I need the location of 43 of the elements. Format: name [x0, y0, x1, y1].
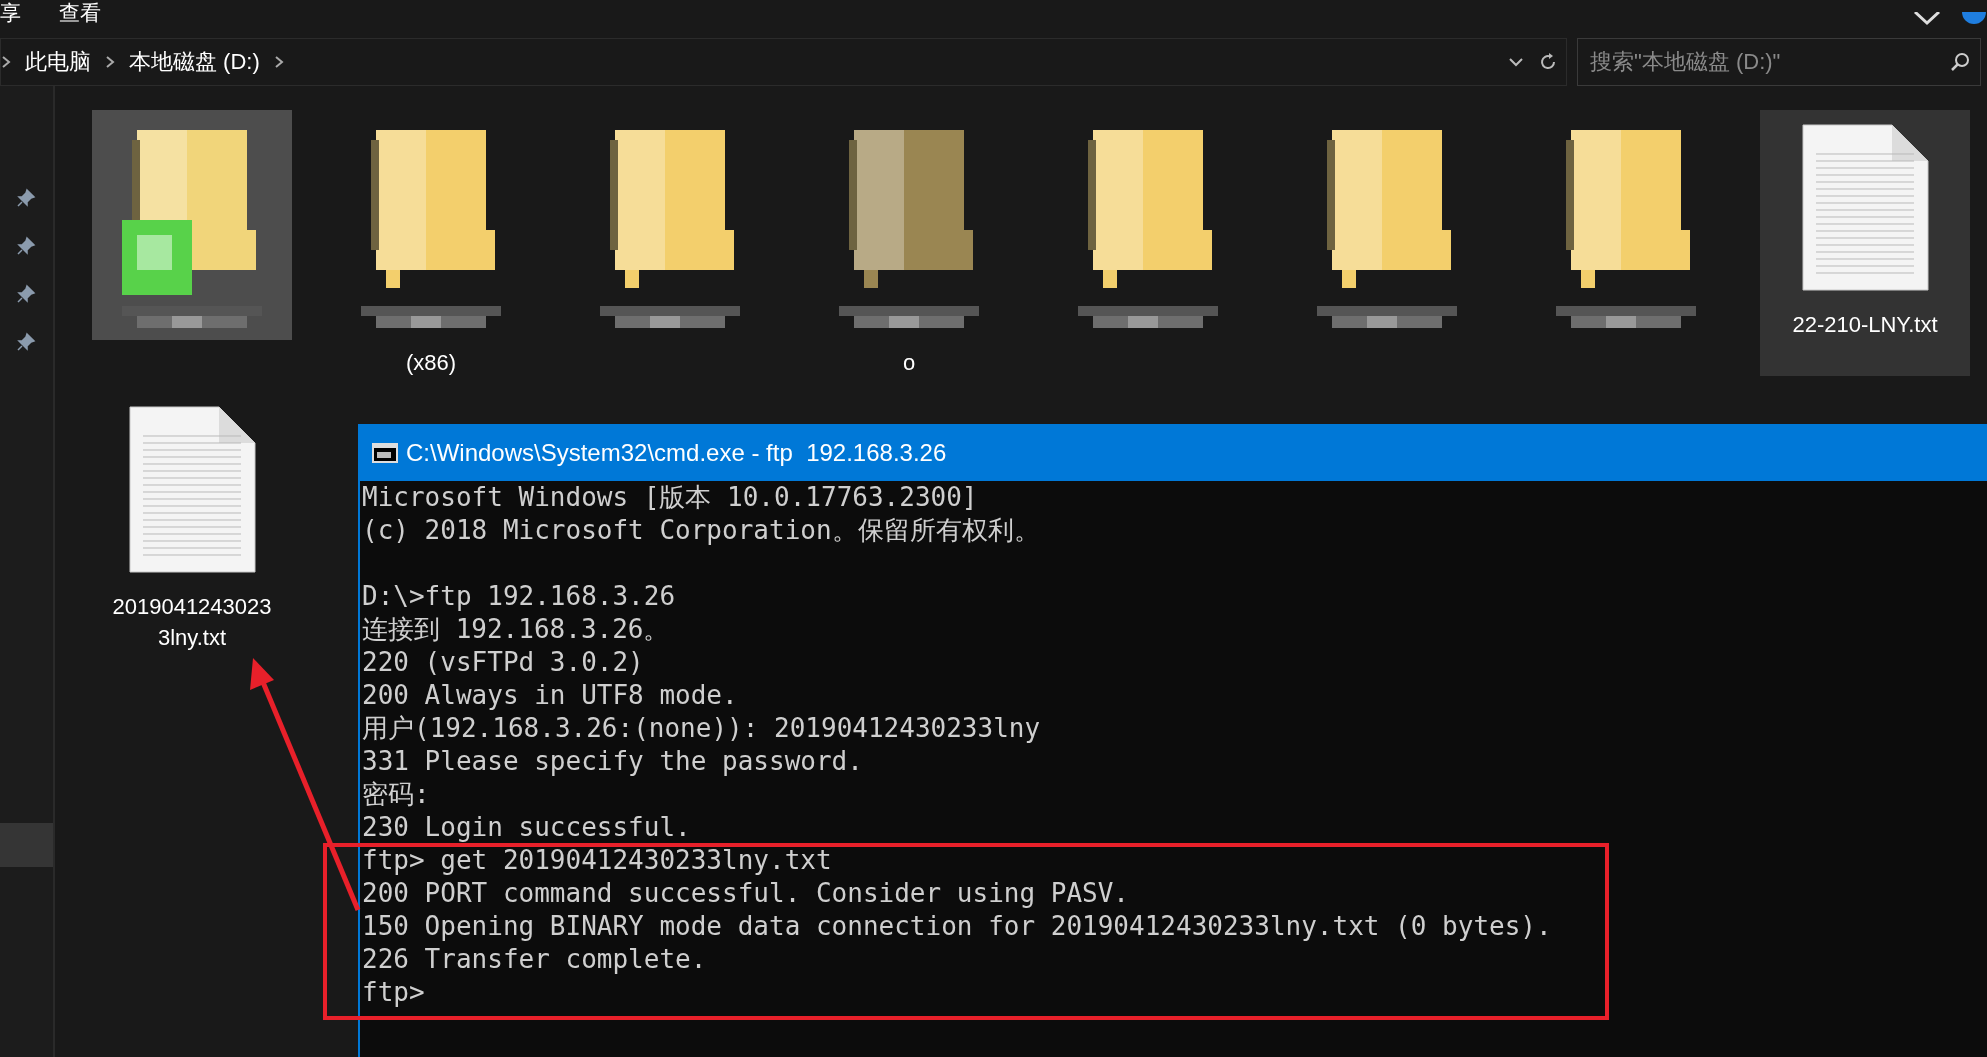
pin-icon[interactable]	[15, 236, 36, 256]
terminal-line: D:\>ftp 192.168.3.26	[362, 580, 677, 613]
terminal-line: (c) 2018 Microsoft Corporation。保留所有权利。	[362, 514, 1041, 547]
refresh-icon[interactable]	[1538, 52, 1558, 72]
pin-icon[interactable]	[15, 332, 36, 352]
file-name: 20190412430233lny.txt	[111, 593, 273, 652]
address-bar[interactable]: 此电脑 本地磁盘 (D:)	[0, 38, 1567, 86]
chevron-right-icon	[273, 55, 284, 69]
terminal-line: 226 Transfer complete.	[362, 943, 708, 976]
file-item[interactable]: 20190412430233lny.txt	[87, 392, 297, 653]
text-file-icon	[1801, 124, 1929, 291]
terminal-line: 用户(192.168.3.26:(none)): 20190412430233lny	[362, 712, 1042, 745]
ribbon-tab[interactable]: 查看	[59, 0, 101, 26]
breadcrumb-item[interactable]: 本地磁盘 (D:)	[129, 47, 260, 77]
search-box[interactable]: 搜索"本地磁盘 (D:)"	[1577, 38, 1981, 86]
pin-icon[interactable]	[15, 188, 36, 208]
search-icon[interactable]	[1950, 52, 1970, 72]
text-file-icon	[128, 406, 256, 573]
terminal-line: 200 Always in UTF8 mode.	[362, 679, 739, 712]
ribbon-tab[interactable]: 享	[0, 0, 21, 26]
terminal-line: Microsoft Windows [版本 10.0.17763.2300]	[362, 481, 979, 514]
terminal-line: 150 Opening BINARY mode data connection for 20190412430233lny.txt (0 bytes).	[362, 910, 1553, 943]
terminal-line: 220 (vsFTPd 3.0.2)	[362, 646, 645, 679]
window-title: C:\Windows\System32\cmd.exe - ftp 192.168.3.26	[406, 438, 947, 467]
chevron-right-icon	[1, 55, 11, 69]
terminal-line: 230 Login successful.	[362, 811, 692, 844]
breadcrumb-item[interactable]: 此电脑	[25, 47, 91, 77]
chevron-right-icon	[105, 55, 115, 69]
terminal-line: ftp>	[362, 976, 426, 1009]
terminal-line: 200 PORT command successful. Consider using PASV.	[362, 877, 1130, 910]
pin-icon[interactable]	[15, 284, 36, 304]
file-name[interactable]: (x86)	[405, 350, 457, 376]
file-name[interactable]: o	[902, 350, 916, 376]
terminal-line: 连接到 192.168.3.26。	[362, 613, 671, 646]
search-field[interactable]: 搜索"本地磁盘 (D:)"	[1588, 48, 1950, 76]
dropdown-icon[interactable]	[1508, 57, 1524, 67]
file-item[interactable]: 22-210-LNY.txt	[1760, 110, 1970, 376]
chevron-down-icon[interactable]	[1913, 12, 1941, 26]
console-icon	[372, 442, 398, 463]
file-name: 22-210-LNY.txt	[1791, 311, 1939, 339]
terminal-line: ftp> get 20190412430233lny.txt	[362, 844, 833, 877]
terminal-line: 331 Please specify the password.	[362, 745, 864, 778]
terminal-line: 密码:	[362, 778, 431, 811]
